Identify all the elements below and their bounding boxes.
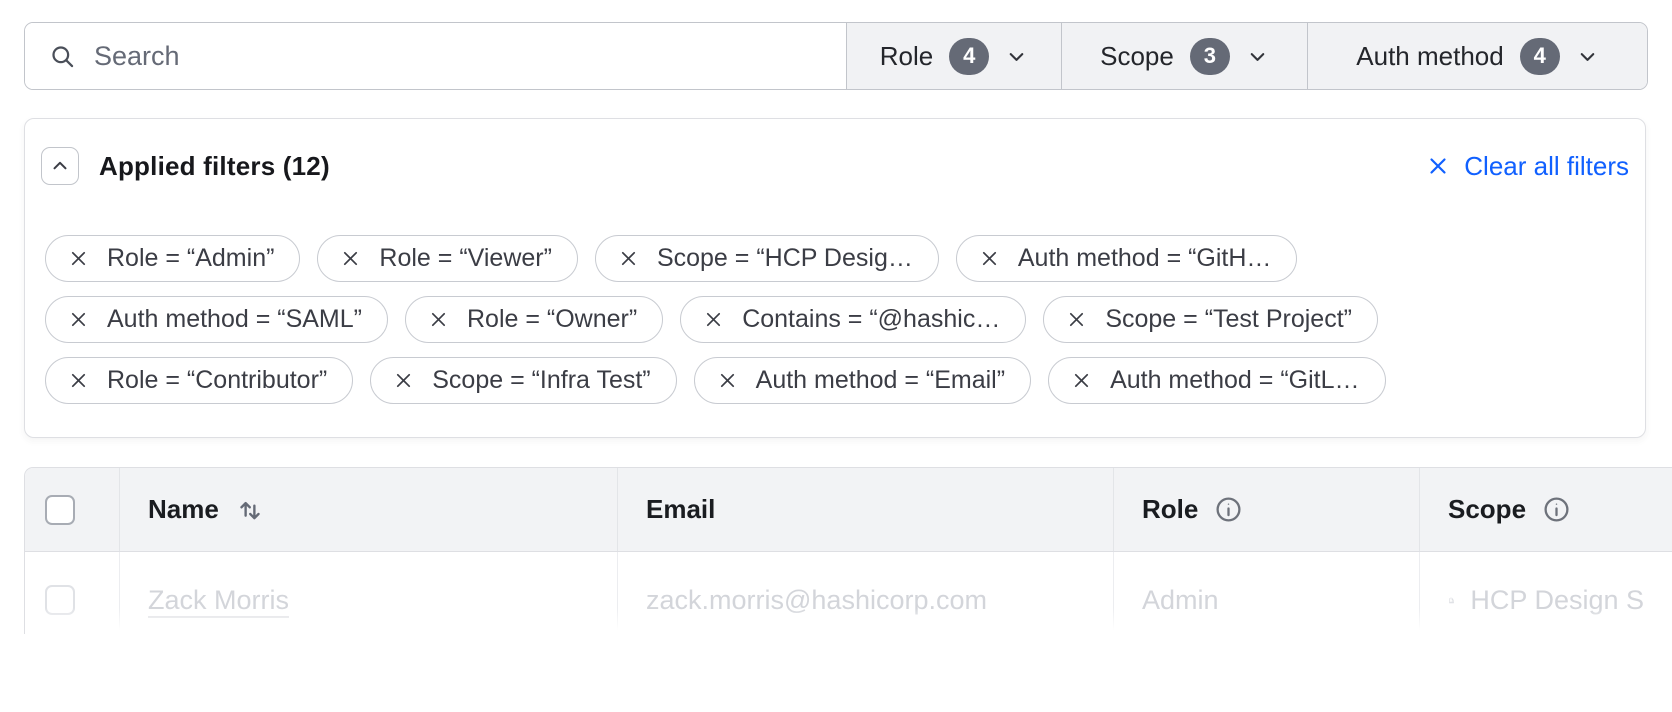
chevron-down-icon (1246, 45, 1269, 68)
applied-filters-panel: Applied filters (12) Clear all filters R… (24, 118, 1646, 438)
filter-toolbar: Role 4 Scope 3 Auth method 4 (24, 22, 1648, 90)
filter-pill-label: Role = “Contributor” (107, 366, 327, 395)
table-body: Zack Morris zack.morris@hashicorp.com Ad… (25, 552, 1672, 634)
row-select-cell (25, 552, 119, 634)
remove-filter-icon[interactable] (428, 309, 449, 330)
search-input[interactable] (94, 41, 822, 72)
search-icon (49, 43, 76, 70)
filter-pill-label: Scope = “Test Project” (1105, 305, 1352, 334)
remove-filter-icon[interactable] (68, 248, 89, 269)
sort-icon[interactable] (235, 495, 265, 525)
column-header-name[interactable]: Name (119, 468, 617, 551)
close-icon (1426, 154, 1450, 178)
filter-pill[interactable]: Contains = “@hashic… (680, 296, 1026, 343)
name-cell: Zack Morris (119, 552, 617, 634)
filter-pill[interactable]: Scope = “Test Project” (1043, 296, 1378, 343)
remove-filter-icon[interactable] (703, 309, 724, 330)
column-header-scope-label: Scope (1448, 494, 1526, 525)
filter-pill-label: Scope = “Infra Test” (432, 366, 650, 395)
column-header-name-label: Name (148, 494, 219, 525)
user-name-link[interactable]: Zack Morris (148, 585, 289, 616)
remove-filter-icon[interactable] (1071, 370, 1092, 391)
collapse-filters-button[interactable] (41, 147, 79, 185)
filter-pill[interactable]: Auth method = “GitH… (956, 235, 1298, 282)
chevron-up-icon (49, 155, 71, 177)
filter-pill-label: Role = “Owner” (467, 305, 637, 334)
organization-icon (1448, 585, 1454, 616)
remove-filter-icon[interactable] (717, 370, 738, 391)
clear-all-filters-button[interactable]: Clear all filters (1426, 151, 1629, 182)
remove-filter-icon[interactable] (68, 309, 89, 330)
filter-pill[interactable]: Role = “Admin” (45, 235, 300, 282)
remove-filter-icon[interactable] (979, 248, 1000, 269)
filter-pill[interactable]: Auth method = “GitL… (1048, 357, 1385, 404)
select-all-checkbox[interactable] (45, 495, 75, 525)
row-checkbox[interactable] (45, 585, 75, 615)
filter-pill[interactable]: Role = “Contributor” (45, 357, 353, 404)
table-row: Zack Morris zack.morris@hashicorp.com Ad… (25, 552, 1672, 634)
auth-method-filter-count-badge: 4 (1520, 38, 1560, 75)
remove-filter-icon[interactable] (393, 370, 414, 391)
search-box[interactable] (25, 23, 846, 89)
applied-filters-title: Applied filters (12) (99, 151, 330, 182)
filter-pill[interactable]: Auth method = “Email” (694, 357, 1031, 404)
applied-filters-header: Applied filters (12) Clear all filters (41, 147, 1629, 185)
filter-pill[interactable]: Scope = “HCP Desig… (595, 235, 939, 282)
chevron-down-icon (1576, 45, 1599, 68)
scope-cell: HCP Design S (1419, 552, 1672, 634)
email-cell: zack.morris@hashicorp.com (617, 552, 1113, 634)
filter-pill[interactable]: Scope = “Infra Test” (370, 357, 676, 404)
remove-filter-icon[interactable] (68, 370, 89, 391)
column-header-role-label: Role (1142, 494, 1198, 525)
info-icon[interactable] (1214, 495, 1243, 524)
users-table: Name Email Role Scope (24, 467, 1672, 634)
filter-pill-label: Contains = “@hashic… (742, 305, 1000, 334)
filter-pill-label: Auth method = “GitL… (1110, 366, 1359, 395)
filter-pill-label: Scope = “HCP Desig… (657, 244, 913, 273)
remove-filter-icon[interactable] (618, 248, 639, 269)
auth-method-filter-label: Auth method (1356, 41, 1503, 72)
filter-pill[interactable]: Role = “Viewer” (317, 235, 578, 282)
filter-pill[interactable]: Role = “Owner” (405, 296, 663, 343)
applied-filter-pills: Role = “Admin” Role = “Viewer” Scope = “… (45, 235, 1625, 404)
clear-all-filters-label: Clear all filters (1464, 151, 1629, 182)
role-filter-count-badge: 4 (949, 38, 989, 75)
column-header-role: Role (1113, 468, 1419, 551)
filter-pill[interactable]: Auth method = “SAML” (45, 296, 388, 343)
filter-pill-label: Role = “Viewer” (379, 244, 552, 273)
table-header-row: Name Email Role Scope (25, 468, 1672, 552)
chevron-down-icon (1005, 45, 1028, 68)
scope-filter-label: Scope (1100, 41, 1174, 72)
column-header-scope: Scope (1419, 468, 1672, 551)
role-filter-dropdown[interactable]: Role 4 (846, 23, 1061, 89)
scope-filter-count-badge: 3 (1190, 38, 1230, 75)
info-icon[interactable] (1542, 495, 1571, 524)
filter-pill-label: Auth method = “SAML” (107, 305, 362, 334)
filter-pill-label: Auth method = “Email” (756, 366, 1005, 395)
role-filter-label: Role (880, 41, 933, 72)
filter-pill-label: Auth method = “GitH… (1018, 244, 1272, 273)
column-header-email: Email (617, 468, 1113, 551)
scope-value: HCP Design S (1470, 585, 1644, 616)
role-cell: Admin (1113, 552, 1419, 634)
column-header-email-label: Email (646, 494, 715, 525)
remove-filter-icon[interactable] (340, 248, 361, 269)
select-all-cell (25, 468, 119, 551)
scope-filter-dropdown[interactable]: Scope 3 (1061, 23, 1307, 89)
remove-filter-icon[interactable] (1066, 309, 1087, 330)
filter-pill-label: Role = “Admin” (107, 244, 274, 273)
auth-method-filter-dropdown[interactable]: Auth method 4 (1307, 23, 1647, 89)
